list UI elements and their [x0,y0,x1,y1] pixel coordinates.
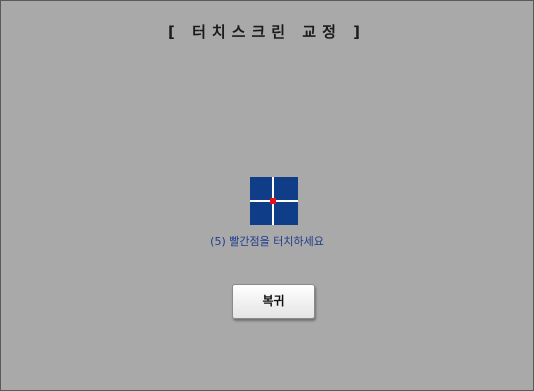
instruction-text: (5) 빨간점을 터치하세요 [210,235,324,248]
page-title: [ 터치스크린 교정 ] [168,23,366,41]
red-dot-marker[interactable] [270,198,276,204]
crosshair-target-icon[interactable] [250,177,298,225]
calibration-screen: [ 터치스크린 교정 ] (5) 빨간점을 터치하세요 복귀 [0,0,534,391]
return-button[interactable]: 복귀 [232,284,315,319]
